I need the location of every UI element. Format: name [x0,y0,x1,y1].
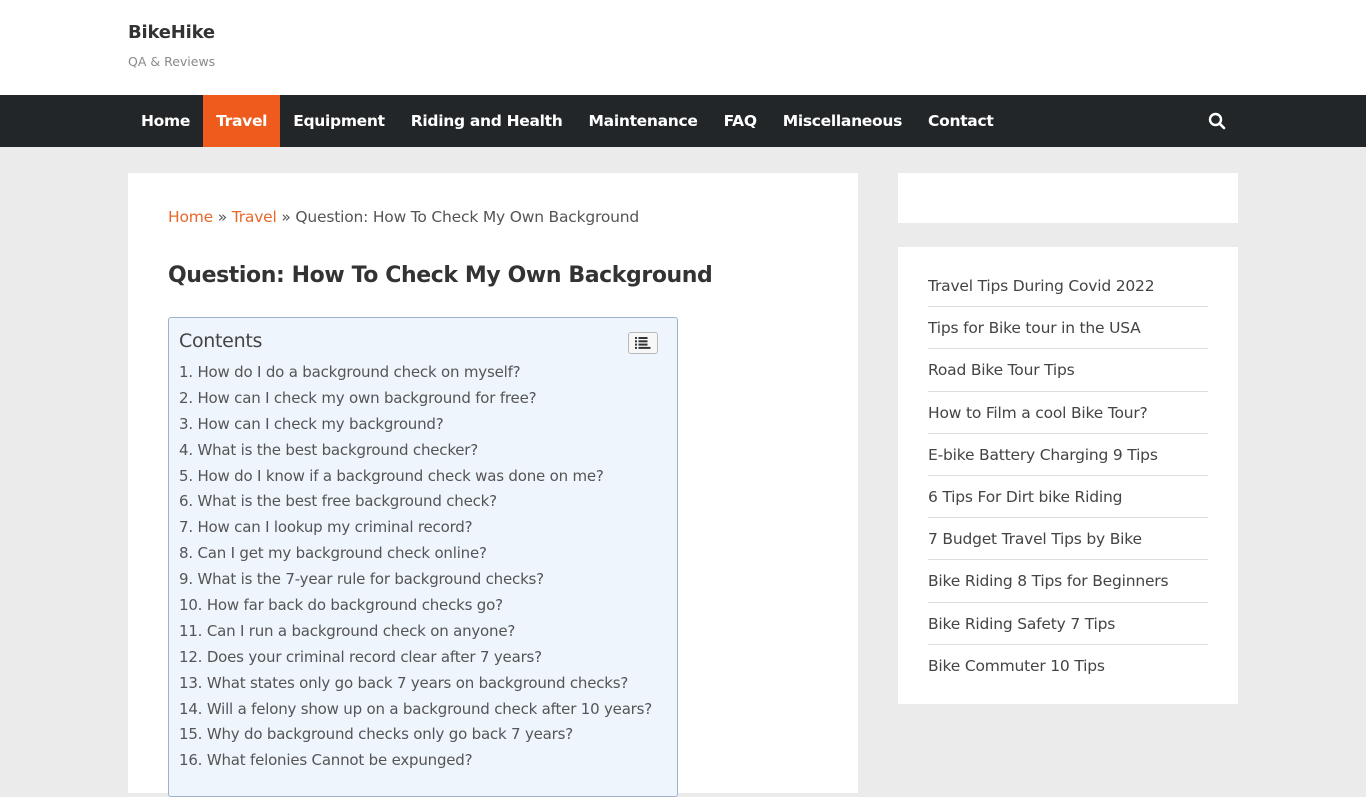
toc-link[interactable]: 14. Will a felony show up on a backgroun… [179,697,652,723]
article-card: Home » Travel » Question: How To Check M… [128,173,858,797]
recent-post-link[interactable]: 6 Tips For Dirt bike Riding [928,476,1208,519]
toc-link[interactable]: 2. How can I check my own background for… [179,386,652,412]
page-title: Question: How To Check My Own Background [168,263,713,288]
toc-link[interactable]: 11. Can I run a background check on anyo… [179,619,652,645]
toc-link[interactable]: 3. How can I check my background? [179,412,652,438]
nav-list: Home Travel Equipment Riding and Health … [128,95,1006,147]
toc-link[interactable]: 1. How do I do a background check on mys… [179,360,652,386]
site-tagline: QA & Reviews [128,54,216,69]
nav-item-home[interactable]: Home [128,95,203,147]
toc-link[interactable]: 7. How can I lookup my criminal record? [179,515,652,541]
recent-post-link[interactable]: How to Film a cool Bike Tour? [928,392,1208,434]
breadcrumb-home-link[interactable]: Home [168,208,213,226]
toc-toggle-button[interactable] [628,332,658,354]
nav-item-riding-and-health[interactable]: Riding and Health [398,95,576,147]
nav-item-faq[interactable]: FAQ [711,95,770,147]
breadcrumb-travel-link[interactable]: Travel [232,208,277,226]
sidebar-widget-empty [898,173,1238,223]
nav-item-contact[interactable]: Contact [915,95,1006,147]
table-of-contents: Contents 1. How do I do a background che… [168,317,678,797]
breadcrumb-current: Question: How To Check My Own Background [295,208,640,226]
nav-item-equipment[interactable]: Equipment [280,95,398,147]
recent-posts-list: Travel Tips During Covid 2022 Tips for B… [928,265,1208,687]
sidebar-recent-posts: Travel Tips During Covid 2022 Tips for B… [898,247,1238,704]
recent-post-link[interactable]: Road Bike Tour Tips [928,349,1208,392]
recent-post-link[interactable]: E-bike Battery Charging 9 Tips [928,434,1208,476]
toc-link[interactable]: 6. What is the best free background chec… [179,489,652,515]
toc-link[interactable]: 5. How do I know if a background check w… [179,464,652,490]
search-icon [1208,112,1226,130]
breadcrumb: Home » Travel » Question: How To Check M… [168,208,639,226]
toc-link[interactable]: 4. What is the best background checker? [179,438,652,464]
recent-post-link[interactable]: Bike Commuter 10 Tips [928,645,1208,687]
nav-item-travel[interactable]: Travel [203,95,281,147]
search-button[interactable] [1204,108,1230,134]
site-title[interactable]: BikeHike [128,22,215,43]
recent-post-link[interactable]: Bike Riding 8 Tips for Beginners [928,560,1208,603]
site-header: BikeHike QA & Reviews [0,0,1366,95]
main-navigation: Home Travel Equipment Riding and Health … [0,95,1366,147]
recent-post-link[interactable]: Bike Riding Safety 7 Tips [928,603,1208,645]
toc-title: Contents [179,330,263,352]
recent-post-link[interactable]: 7 Budget Travel Tips by Bike [928,518,1208,561]
list-toggle-icon [635,337,651,349]
recent-post-link[interactable]: Travel Tips During Covid 2022 [928,265,1208,308]
breadcrumb-separator: » [212,208,232,226]
toc-link[interactable]: 12. Does your criminal record clear afte… [179,645,652,671]
recent-post-link[interactable]: Tips for Bike tour in the USA [928,307,1208,350]
breadcrumb-separator: » [276,208,296,226]
nav-item-miscellaneous[interactable]: Miscellaneous [770,95,915,147]
toc-link[interactable]: 13. What states only go back 7 years on … [179,671,652,697]
toc-link[interactable]: 9. What is the 7-year rule for backgroun… [179,567,652,593]
toc-list: 1. How do I do a background check on mys… [179,360,652,774]
toc-link[interactable]: 8. Can I get my background check online? [179,541,652,567]
toc-link[interactable]: 16. What felonies Cannot be expunged? [179,748,652,774]
nav-item-maintenance[interactable]: Maintenance [576,95,711,147]
toc-link[interactable]: 10. How far back do background checks go… [179,593,652,619]
toc-link[interactable]: 15. Why do background checks only go bac… [179,722,652,748]
